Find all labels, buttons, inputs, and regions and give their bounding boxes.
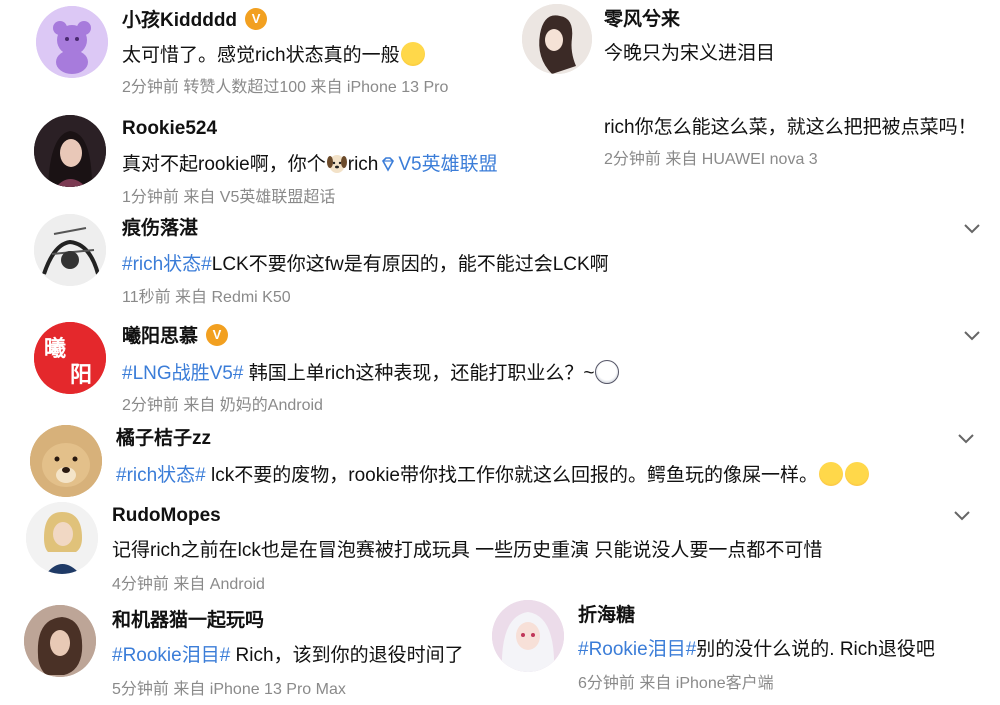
- woman-avatar-icon: [26, 502, 98, 574]
- svg-text:阳: 阳: [70, 363, 92, 388]
- anime-avatar-icon: [492, 600, 564, 672]
- username[interactable]: Rookie524: [122, 119, 217, 138]
- verified-badge-icon: V: [206, 324, 229, 346]
- chevron-down-icon[interactable]: [961, 324, 983, 346]
- comment-text: 太可惜了。感觉rich状态真的一般: [122, 42, 426, 68]
- svg-text:曦: 曦: [44, 336, 66, 362]
- comment-meta: 2分钟前 转赞人数超过100 来自 iPhone 13 Pro: [122, 79, 449, 96]
- comment-text: rich你怎么能这么菜，就这么把把被点菜吗！: [604, 117, 977, 138]
- username[interactable]: RudoMopes: [112, 506, 221, 525]
- shy-emoji-icon: [819, 462, 844, 486]
- hashtag-link[interactable]: #Rookie泪目#: [578, 639, 696, 660]
- comment-text: #Rookie泪目# Rich，该到你的退役时间了: [112, 645, 464, 666]
- red-logo-avatar-icon: 曦 阳: [34, 322, 106, 394]
- avatar[interactable]: [522, 4, 592, 74]
- comment-meta: 2分钟前 来自 奶妈的Android: [122, 397, 323, 414]
- dog-avatar-icon: [30, 425, 102, 497]
- girl-avatar-icon: [522, 4, 592, 74]
- avatar[interactable]: [24, 605, 96, 677]
- avatar[interactable]: [34, 115, 106, 187]
- username[interactable]: 曦阳思慕 V: [122, 324, 229, 348]
- avatar[interactable]: [30, 425, 102, 497]
- crying-emoji-icon: [400, 42, 425, 66]
- comment-text: #rich状态#LCK不要你这fw是有原因的，能不能过会LCK啊: [122, 254, 609, 275]
- comment-meta: 4分钟前 来自 Android: [112, 576, 265, 593]
- verified-badge-icon: V: [245, 8, 268, 30]
- username[interactable]: 零风兮来: [604, 10, 680, 29]
- comment-text: 真对不起rookie啊，你个 rich V5英雄联盟: [122, 154, 498, 176]
- woman-avatar-icon: [24, 605, 96, 677]
- comment-meta: 2分钟前 来自 HUAWEI nova 3: [604, 151, 818, 168]
- username[interactable]: 和机器猫一起玩吗: [112, 611, 264, 630]
- comment-text: 记得rich之前在lck也是在冒泡赛被打成玩具 一些历史重演 只能说没人要一点都…: [112, 540, 823, 561]
- comment-meta: 6分钟前 来自 iPhone客户端: [578, 675, 774, 692]
- hashtag-link[interactable]: #rich状态#: [122, 254, 212, 275]
- hashtag-link[interactable]: #Rookie泪目#: [112, 645, 230, 666]
- comment-text: #Rookie泪目#别的没什么说的. Rich退役吧: [578, 639, 935, 660]
- comment-text: #LNG战胜V5# 韩国上单rich这种表现，还能打职业么？~: [122, 360, 620, 386]
- chevron-down-icon[interactable]: [955, 427, 977, 449]
- supertopic-link[interactable]: V5英雄联盟: [398, 154, 497, 175]
- avatar[interactable]: [26, 502, 98, 574]
- chevron-down-icon[interactable]: [951, 504, 973, 526]
- username[interactable]: 小孩Kiddddd V: [122, 8, 268, 32]
- username[interactable]: 折海糖: [578, 606, 635, 625]
- username[interactable]: 痕伤落湛: [122, 219, 198, 238]
- bear-avatar-icon: [36, 6, 108, 78]
- chevron-down-icon[interactable]: [961, 217, 983, 239]
- avatar[interactable]: [34, 214, 106, 286]
- diamond-icon: [382, 157, 395, 172]
- avatar[interactable]: [492, 600, 564, 672]
- hashtag-link[interactable]: #rich状态#: [116, 465, 206, 486]
- comment-meta: 11秒前 来自 Redmi K50: [122, 289, 291, 306]
- comment-meta: 1分钟前 来自 V5英雄联盟超话: [122, 189, 336, 206]
- username[interactable]: 橘子桔子zz: [116, 429, 211, 448]
- comment-text: 今晚只为宋义进泪目: [604, 43, 776, 64]
- ink-art-avatar-icon: [34, 214, 106, 286]
- dog-emoji-icon: [326, 155, 347, 173]
- comment-text: #rich状态# lck不要的废物，rookie带你找工作你就这么回报的。鳄鱼玩…: [116, 462, 870, 488]
- skull-emoji-icon: [595, 360, 620, 384]
- avatar[interactable]: 曦 阳: [34, 322, 106, 394]
- hashtag-link[interactable]: #LNG战胜V5#: [122, 363, 243, 384]
- comment-meta: 5分钟前 来自 iPhone 13 Pro Max: [112, 681, 346, 698]
- avatar[interactable]: [36, 6, 108, 78]
- woman-avatar-icon: [34, 115, 106, 187]
- shy-emoji-icon: [845, 462, 870, 486]
